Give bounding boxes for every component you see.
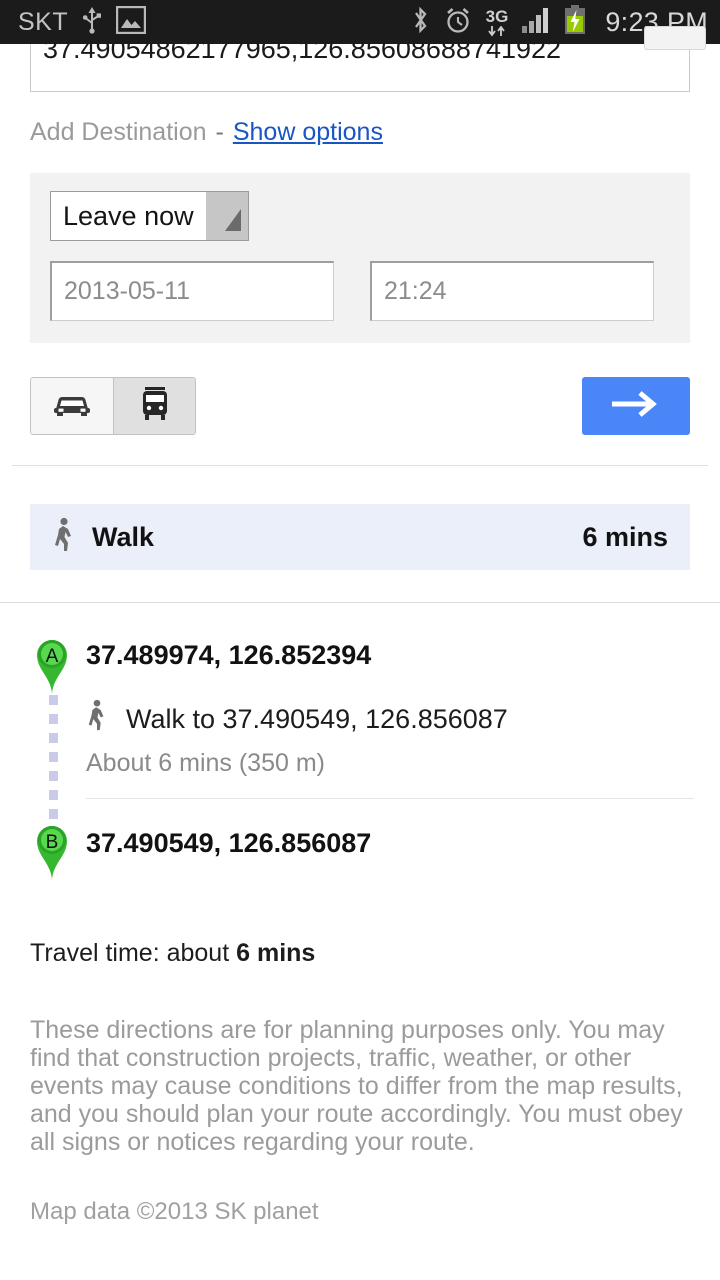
divider-below-summary: [0, 602, 720, 603]
add-destination-link[interactable]: Add Destination: [30, 118, 207, 147]
time-value: 21:24: [384, 277, 447, 305]
itinerary-origin-label: 37.489974, 126.852394: [86, 639, 372, 670]
itinerary-step-instruction: Walk to 37.490549, 126.856087: [126, 703, 508, 734]
show-options-link[interactable]: Show options: [233, 118, 383, 147]
mode-driving-button[interactable]: [31, 378, 113, 434]
marker-a-icon: A: [30, 633, 74, 695]
date-time-row: 2013-05-11 21:24: [50, 261, 670, 321]
chevron-down-icon: [205, 192, 248, 240]
carrier-label: SKT: [18, 7, 69, 36]
status-bar-left-icons: SKT: [18, 5, 147, 40]
signal-bars-icon: [521, 6, 551, 39]
travel-mode-toggle: [30, 377, 196, 435]
status-bar: SKT 3G 9:23 PM: [0, 0, 720, 44]
battery-charging-icon: [564, 4, 586, 40]
route-summary-duration: 6 mins: [582, 521, 668, 552]
directions-page: 37.49054862177965,126.85608688741922 Add…: [0, 26, 720, 1280]
travel-time-value: 6 mins: [236, 939, 316, 967]
travel-time-line: Travel time: about 6 mins: [30, 939, 690, 968]
picture-icon: [115, 5, 147, 39]
itinerary-step-main: Walk to 37.490549, 126.856087: [86, 699, 694, 739]
date-value: 2013-05-11: [64, 277, 191, 305]
time-input[interactable]: 21:24: [370, 261, 654, 321]
mode-transit-button[interactable]: [113, 378, 195, 434]
bluetooth-icon: [411, 5, 430, 40]
marker-b-icon: B: [30, 819, 74, 881]
route-rail: A B: [30, 633, 74, 901]
clipped-top-button[interactable]: [644, 26, 706, 50]
destination-value: 37.49054862177965,126.85608688741922: [43, 44, 562, 64]
walk-icon: [86, 699, 108, 739]
itinerary-destination-label: 37.490549, 126.856087: [86, 827, 372, 858]
usb-icon: [82, 5, 102, 40]
svg-text:B: B: [46, 832, 59, 853]
transit-icon: [140, 386, 170, 426]
itinerary-step[interactable]: Walk to 37.490549, 126.856087 About 6 mi…: [86, 699, 720, 799]
itinerary-step-detail: About 6 mins (350 m): [86, 749, 325, 777]
itinerary-step-divider: [86, 798, 694, 799]
route-dashed-line: [49, 695, 58, 821]
car-icon: [52, 391, 92, 422]
date-input[interactable]: 2013-05-11: [50, 261, 334, 321]
disclaimer-text: These directions are for planning purpos…: [30, 1016, 683, 1156]
depart-time-select-value: Leave now: [51, 192, 206, 240]
arrow-right-icon: [610, 389, 662, 424]
depart-time-select[interactable]: Leave now: [50, 191, 249, 241]
add-destination-row: Add Destination - Show options: [30, 118, 720, 147]
route-summary-mode: Walk: [92, 521, 155, 552]
itinerary-list: A B 37.489974, 126.852394 Walk to 37.490…: [0, 633, 720, 880]
network-3g-icon: 3G: [486, 8, 508, 37]
svg-text:A: A: [46, 646, 59, 667]
destination-input[interactable]: 37.49054862177965,126.85608688741922: [30, 44, 690, 92]
walk-icon: [52, 517, 76, 558]
departure-options-panel: Leave now 2013-05-11 21:24: [30, 173, 690, 343]
travel-mode-row: [30, 377, 690, 435]
submit-directions-button[interactable]: [582, 377, 690, 435]
map-data-attribution: Map data ©2013 SK planet: [30, 1198, 319, 1225]
divider-top: [12, 465, 708, 466]
travel-time-prefix: Travel time: about: [30, 939, 237, 967]
route-summary-bar[interactable]: Walk 6 mins: [30, 504, 690, 570]
alarm-icon: [443, 5, 473, 40]
separator: -: [215, 118, 224, 146]
